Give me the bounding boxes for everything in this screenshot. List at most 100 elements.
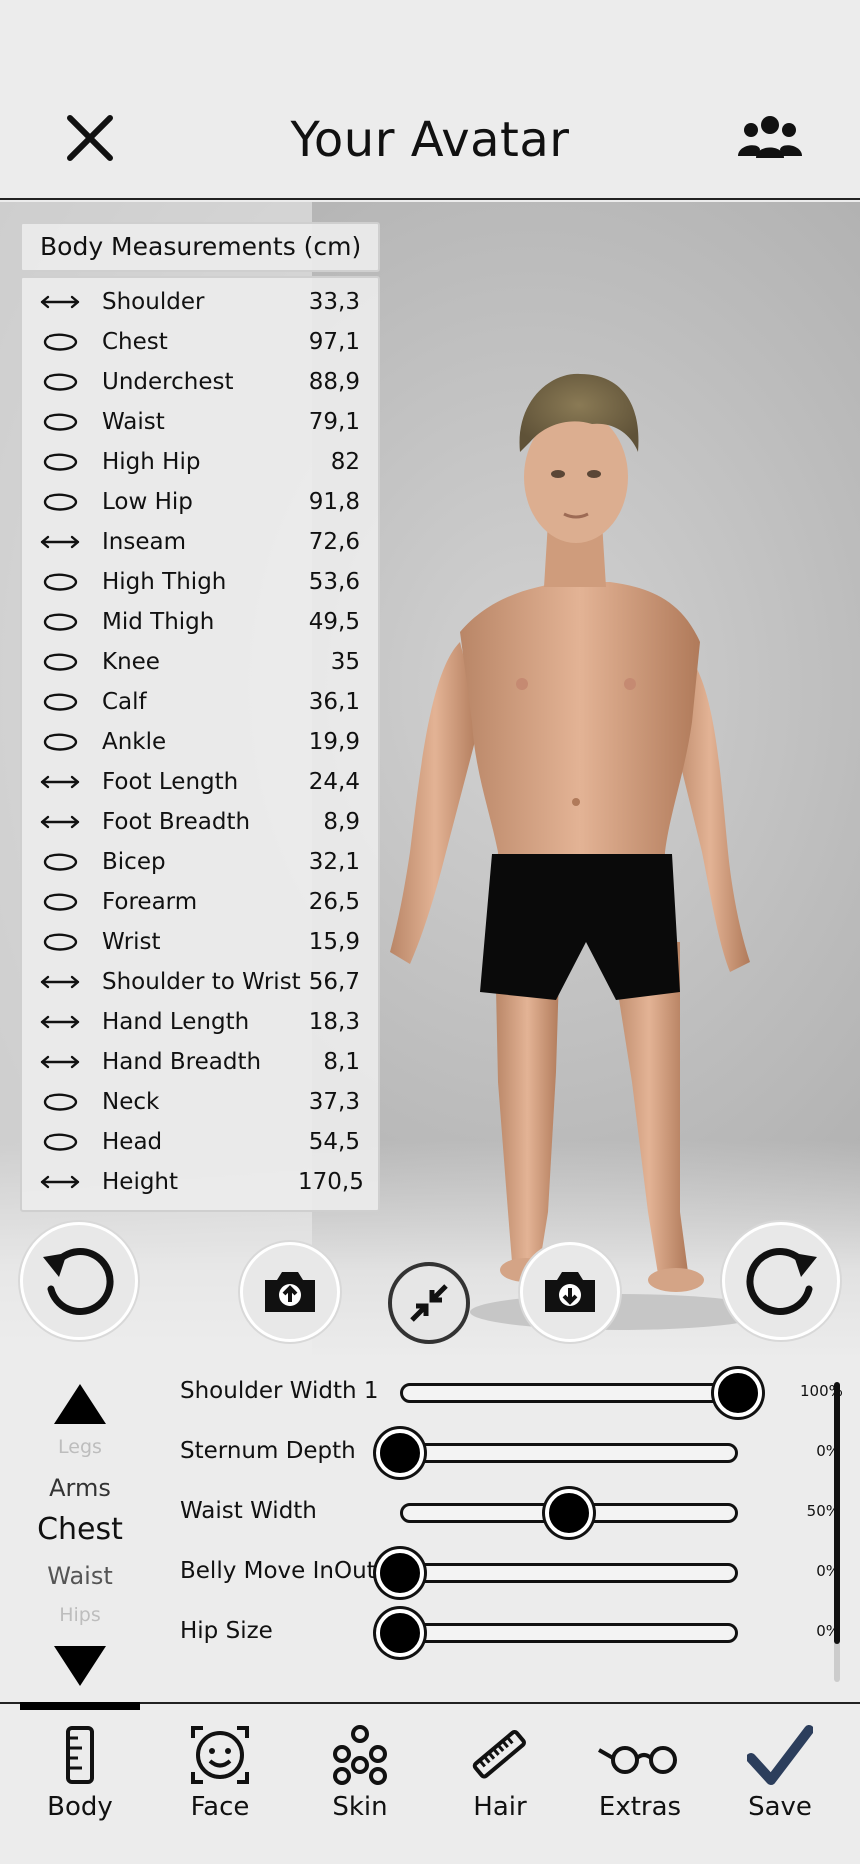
ruler-icon — [66, 1726, 94, 1784]
measurement-label: Height — [102, 1169, 179, 1195]
category-legs[interactable]: Legs — [0, 1436, 160, 1458]
nav-extras-label: Extras — [598, 1792, 682, 1822]
measurement-value: 53,6 — [308, 569, 360, 595]
category-hips[interactable]: Hips — [0, 1604, 160, 1626]
avatar-figure[interactable] — [380, 252, 840, 1352]
circumference-icon — [38, 570, 82, 594]
category-arms[interactable]: Arms — [0, 1474, 160, 1502]
length-arrow-icon — [38, 810, 82, 834]
measurement-label: Hand Length — [102, 1009, 250, 1035]
circumference-icon — [38, 930, 82, 954]
measurement-value: 54,5 — [308, 1129, 360, 1155]
measurement-row: Height 170,5 — [22, 1162, 378, 1202]
nav-face-label: Face — [190, 1792, 250, 1822]
slider-label: Sternum Depth — [180, 1438, 356, 1464]
slider-track[interactable] — [400, 1443, 738, 1463]
nav-selected-indicator — [20, 1702, 140, 1710]
measurements-panel: Body Measurements (cm) Shoulder 33,3 Chest… — [20, 222, 380, 1212]
sliders-scrollbar[interactable] — [834, 1382, 840, 1682]
checkmark-icon — [747, 1725, 813, 1785]
measurement-row: High Hip 82 — [22, 442, 378, 482]
measurement-row: Foot Length 24,4 — [22, 762, 378, 802]
measurements-list: Shoulder 33,3 Chest 97,1 Underchest 88,9 Waist… — [20, 276, 380, 1212]
face-icon — [191, 1726, 249, 1784]
undo-icon[interactable] — [20, 1222, 138, 1340]
slider-row: Hip Size 0% — [180, 1606, 840, 1657]
nav-extras[interactable]: Extras — [570, 1724, 710, 1834]
length-arrow-icon — [38, 1010, 82, 1034]
nav-hair[interactable]: Hair — [430, 1724, 570, 1834]
length-arrow-icon — [38, 1050, 82, 1074]
measurement-value: 35 — [330, 649, 360, 675]
measurement-label: Mid Thigh — [102, 609, 215, 635]
camera-upload-icon[interactable] — [240, 1242, 340, 1342]
slider-track[interactable] — [400, 1383, 738, 1403]
slider-knob[interactable] — [376, 1549, 424, 1597]
slider-label: Shoulder Width 1 — [180, 1378, 379, 1404]
slider-row: Waist Width 50% — [180, 1486, 840, 1537]
slider-knob[interactable] — [376, 1609, 424, 1657]
measurement-label: Bicep — [102, 849, 166, 875]
nav-skin[interactable]: Skin — [290, 1724, 430, 1834]
camera-download-icon[interactable] — [520, 1242, 620, 1342]
slider-track[interactable] — [400, 1623, 738, 1643]
slider-label: Hip Size — [180, 1618, 273, 1644]
redo-icon[interactable] — [722, 1222, 840, 1340]
bottom-nav: Body Face Skin Hair Extras Save — [0, 1702, 860, 1864]
comb-icon — [472, 1729, 526, 1779]
measurement-row: Low Hip 91,8 — [22, 482, 378, 522]
measurement-row: Shoulder 33,3 — [22, 282, 378, 322]
circumference-icon — [38, 890, 82, 914]
measurement-row: Bicep 32,1 — [22, 842, 378, 882]
measurement-label: Underchest — [102, 369, 234, 395]
measurement-value: 18,3 — [308, 1009, 360, 1035]
nav-face[interactable]: Face — [150, 1724, 290, 1834]
measurement-value: 24,4 — [308, 769, 360, 795]
measurement-label: Head — [102, 1129, 163, 1155]
nav-body[interactable]: Body — [10, 1724, 150, 1834]
slider-knob[interactable] — [545, 1489, 593, 1537]
category-down-arrow-icon[interactable] — [52, 1644, 108, 1688]
circumference-icon — [38, 850, 82, 874]
measurement-value: 26,5 — [308, 889, 360, 915]
circumference-icon — [38, 330, 82, 354]
category-waist[interactable]: Waist — [0, 1562, 160, 1590]
measurement-value: 56,7 — [308, 969, 360, 995]
measurement-row: Hand Breadth 8,1 — [22, 1042, 378, 1082]
scrollbar-thumb[interactable] — [834, 1382, 840, 1644]
nav-save[interactable]: Save — [710, 1724, 850, 1834]
category-chest[interactable]: Chest — [0, 1512, 160, 1547]
nav-hair-label: Hair — [473, 1792, 527, 1822]
glasses-icon — [598, 1746, 677, 1774]
measurement-row: Shoulder to Wrist 56,7 — [22, 962, 378, 1002]
measurement-row: Forearm 26,5 — [22, 882, 378, 922]
measurement-label: Ankle — [102, 729, 167, 755]
measurement-value: 82 — [330, 449, 360, 475]
measurement-label: Calf — [102, 689, 147, 715]
measurement-row: Calf 36,1 — [22, 682, 378, 722]
measurement-value: 8,9 — [323, 809, 360, 835]
measurement-value: 32,1 — [308, 849, 360, 875]
app-header: Your Avatar — [0, 0, 860, 200]
measurement-row: Waist 79,1 — [22, 402, 378, 442]
nav-skin-label: Skin — [332, 1792, 388, 1822]
measurement-row: Hand Length 18,3 — [22, 1002, 378, 1042]
collapse-arrows-icon[interactable] — [388, 1262, 470, 1344]
measurement-value: 15,9 — [308, 929, 360, 955]
measurement-row: Neck 37,3 — [22, 1082, 378, 1122]
shape-controls: Legs Arms Chest Waist Hips Shoulder Widt… — [0, 1360, 860, 1702]
circumference-icon — [38, 450, 82, 474]
category-up-arrow-icon[interactable] — [52, 1382, 108, 1426]
slider-track[interactable] — [400, 1563, 738, 1583]
slider-knob[interactable] — [376, 1429, 424, 1477]
slider-row: Belly Move InOut 0% — [180, 1546, 840, 1597]
slider-label: Belly Move InOut — [180, 1558, 376, 1584]
length-arrow-icon — [38, 970, 82, 994]
slider-knob[interactable] — [714, 1369, 762, 1417]
measurement-label: Foot Length — [102, 769, 239, 795]
measurement-row: Foot Breadth 8,9 — [22, 802, 378, 842]
circumference-icon — [38, 650, 82, 674]
group-icon[interactable] — [736, 112, 804, 164]
page-title: Your Avatar — [290, 112, 570, 168]
measurement-value: 91,8 — [308, 489, 360, 515]
